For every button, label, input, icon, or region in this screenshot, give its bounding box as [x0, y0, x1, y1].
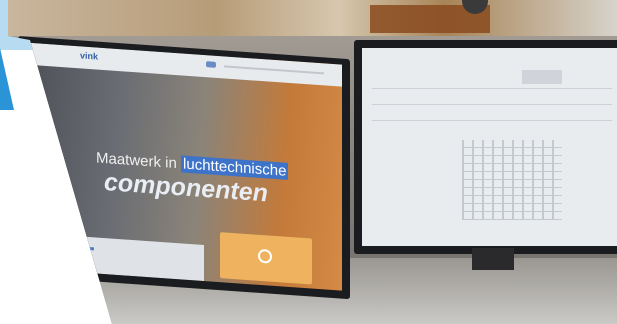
- sheet-header-block: [522, 70, 562, 84]
- content-link: [54, 244, 94, 251]
- content-band: [24, 232, 204, 282]
- sheet-row: [372, 88, 612, 89]
- play-icon: [258, 248, 272, 264]
- sheet-row: [372, 104, 612, 105]
- office-photo: vink Maatwerk in luchttechnische compone…: [8, 0, 617, 324]
- website-nav-bar: vink: [24, 42, 342, 87]
- left-monitor: vink Maatwerk in luchttechnische compone…: [18, 36, 350, 300]
- nav-links: [224, 65, 324, 75]
- right-monitor: [354, 40, 617, 254]
- blue-corner-triangle: [0, 48, 14, 110]
- monitor-stand: [472, 248, 514, 270]
- sheet-row: [372, 120, 612, 121]
- sheet-grid: [462, 140, 562, 220]
- website-logo: vink: [80, 50, 99, 62]
- nav-logo-badge: [206, 61, 216, 68]
- room-background: [8, 0, 617, 36]
- right-monitor-screen: [362, 48, 617, 246]
- left-monitor-screen: vink Maatwerk in luchttechnische compone…: [24, 42, 342, 291]
